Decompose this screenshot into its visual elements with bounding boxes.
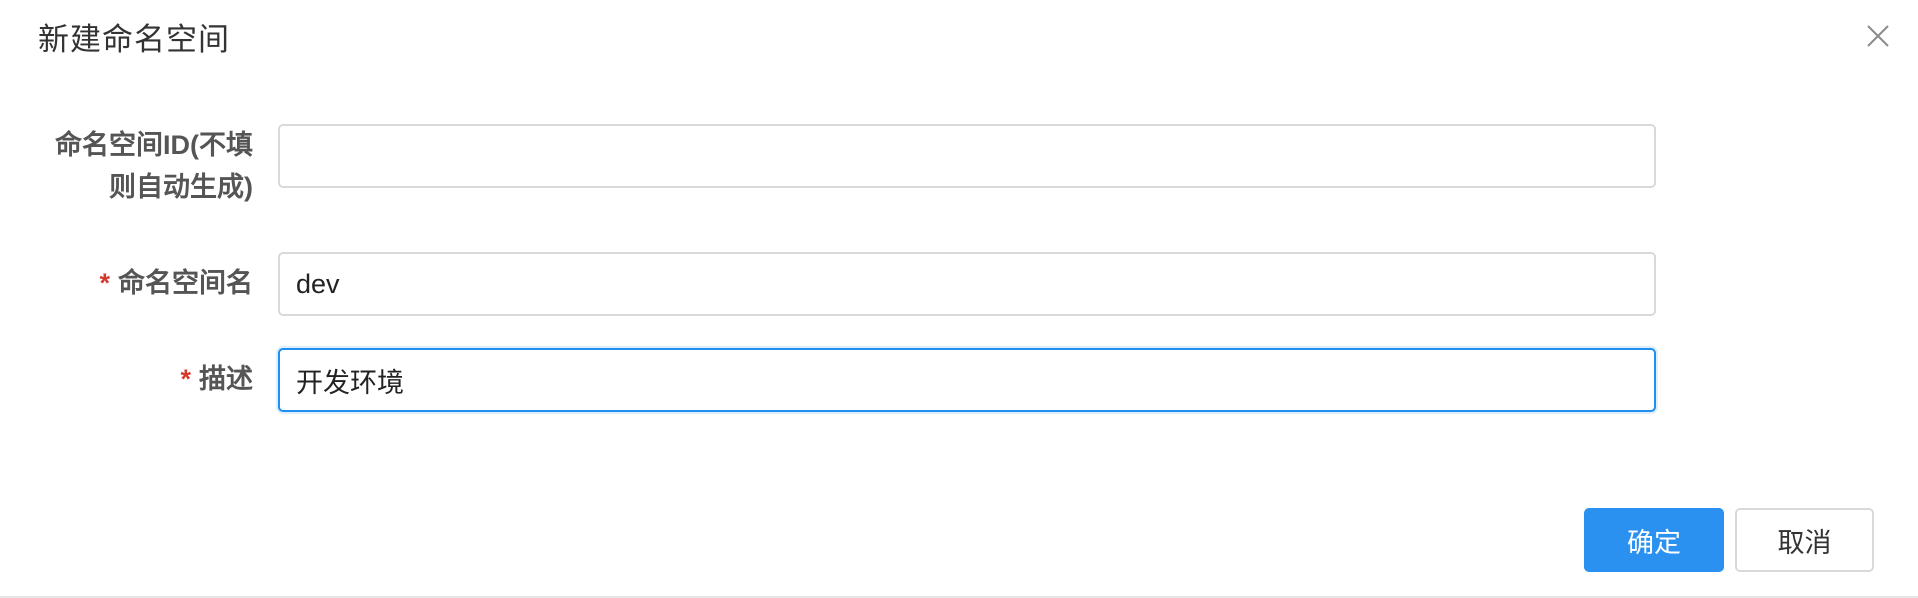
namespace-name-input[interactable] — [278, 252, 1656, 316]
description-label: * 描述 — [180, 358, 253, 400]
namespace-name-label-text: 命名空间名 — [118, 268, 253, 298]
new-namespace-dialog: 新建命名空间 命名空间ID(不填 则自动生成) * 命名空间名 * 描述 确定 取消 — [0, 0, 1918, 598]
required-mark: * — [180, 364, 191, 394]
dialog-title: 新建命名空间 — [38, 22, 230, 57]
required-mark: * — [99, 268, 110, 298]
namespace-id-label-line1: 命名空间ID(不填 — [55, 130, 253, 160]
close-button[interactable] — [1864, 22, 1892, 50]
description-input[interactable] — [278, 348, 1656, 412]
namespace-id-input[interactable] — [278, 124, 1656, 188]
namespace-id-label-line2: 则自动生成) — [109, 172, 253, 202]
confirm-button[interactable]: 确定 — [1584, 508, 1724, 572]
namespace-name-label: * 命名空间名 — [99, 262, 253, 304]
close-icon — [1867, 25, 1889, 47]
cancel-button[interactable]: 取消 — [1735, 508, 1874, 572]
description-label-text: 描述 — [199, 364, 253, 394]
namespace-id-label: 命名空间ID(不填 则自动生成) — [55, 124, 253, 208]
